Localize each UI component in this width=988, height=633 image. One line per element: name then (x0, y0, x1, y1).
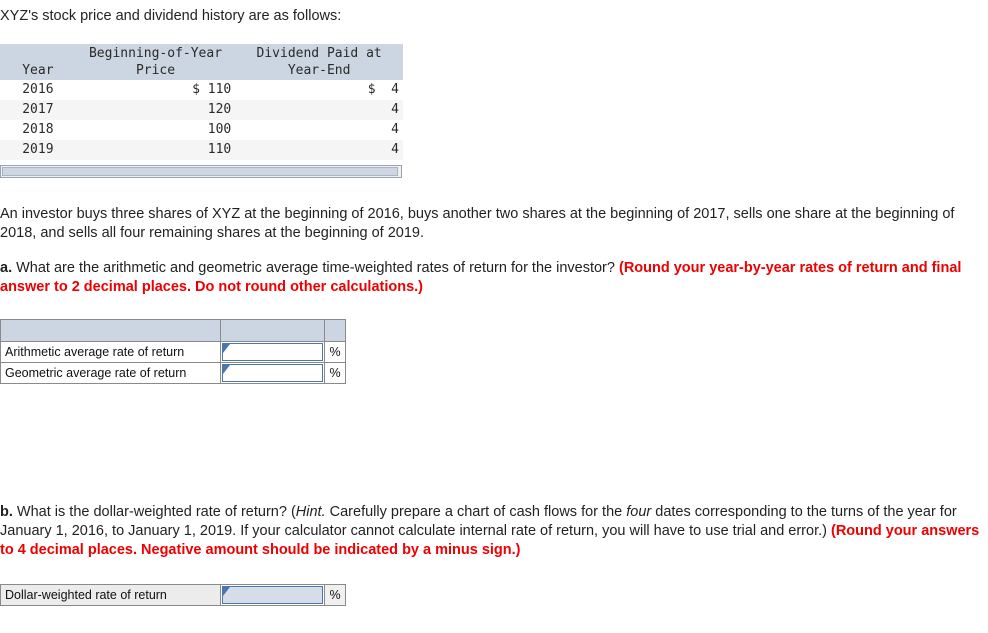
investor-description-paragraph: An investor buys three shares of XYZ at … (0, 206, 955, 241)
answer-a-header-label-cell (0, 319, 221, 342)
question-b-four-word: four (626, 504, 652, 520)
scrollbar-thumb[interactable] (2, 167, 398, 176)
arithmetic-average-rate-input-cell[interactable] (220, 341, 325, 363)
stock-history-header: Year Beginning-of-Year Price Dividend Pa… (0, 44, 403, 80)
answer-table-a: Arithmetic average rate of return % Geom… (0, 319, 346, 384)
answer-a-header-row (0, 319, 346, 342)
column-header-dividend-line2: Year-End (287, 63, 351, 78)
question-b-text-2: Carefully prepare a chart of cash flows … (325, 504, 627, 520)
geometric-average-rate-unit: % (324, 362, 346, 384)
answer-a-header-field-cell (220, 319, 325, 342)
horizontal-scrollbar[interactable] (0, 165, 402, 178)
cell-dividend: 4 (235, 140, 403, 160)
cell-dividend: 4 (235, 100, 403, 120)
geometric-average-rate-label: Geometric average rate of return (0, 362, 221, 384)
column-header-price-line2: Price (135, 63, 176, 78)
arithmetic-average-rate-unit: % (324, 341, 346, 363)
question-b-text-1: What is the dollar-weighted rate of retu… (12, 504, 296, 520)
column-header-year: Year (0, 44, 76, 80)
geometric-average-rate-input-cell[interactable] (220, 362, 325, 384)
table-row: 2019 110 4 (0, 140, 403, 160)
stock-history-table-container: Year Beginning-of-Year Price Dividend Pa… (0, 44, 403, 160)
table-header-row: Year Beginning-of-Year Price Dividend Pa… (0, 44, 403, 80)
table-row: Arithmetic average rate of return % (0, 341, 346, 363)
arithmetic-average-rate-input[interactable] (222, 343, 323, 361)
cell-year: 2016 (0, 80, 76, 100)
table-row: 2017 120 4 (0, 100, 403, 120)
cell-year: 2018 (0, 120, 76, 140)
cell-price: 100 (75, 120, 236, 140)
table-row: 2016 $ 110 $ 4 (0, 80, 403, 100)
column-header-price-line1: Beginning-of-Year (88, 46, 223, 61)
table-row: 2018 100 4 (0, 120, 403, 140)
answer-table-b: Dollar-weighted rate of return % (0, 584, 346, 606)
table-row: Dollar-weighted rate of return % (0, 584, 346, 606)
dollar-weighted-rate-label: Dollar-weighted rate of return (0, 584, 221, 606)
cell-dividend: $ 4 (235, 80, 403, 100)
question-b-label: b. (0, 504, 13, 520)
question-b-paragraph: b. What is the dollar-weighted rate of r… (0, 503, 988, 560)
question-a-paragraph: a. What are the arithmetic and geometric… (0, 259, 988, 297)
column-header-beginning-of-year-price: Beginning-of-Year Price (75, 44, 236, 80)
cell-year: 2017 (0, 100, 76, 120)
cell-price: 110 (75, 140, 236, 160)
question-b-hint-word: Hint. (295, 504, 326, 520)
cell-year: 2019 (0, 140, 76, 160)
answer-a-header-unit-cell (324, 319, 346, 342)
geometric-average-rate-input[interactable] (222, 364, 323, 382)
stock-history-table: Year Beginning-of-Year Price Dividend Pa… (0, 44, 403, 160)
dollar-weighted-rate-unit: % (324, 584, 346, 606)
cell-price: $ 110 (75, 80, 236, 100)
column-header-dividend-paid-at-year-end: Dividend Paid at Year-End (235, 44, 403, 80)
dollar-weighted-rate-input-cell[interactable] (220, 584, 325, 606)
page-intro-text: XYZ's stock price and dividend history a… (0, 8, 342, 24)
dollar-weighted-rate-input[interactable] (222, 586, 323, 604)
column-header-dividend-line1: Dividend Paid at (256, 46, 382, 61)
question-a-text: What are the arithmetic and geometric av… (12, 260, 619, 276)
table-row: Geometric average rate of return % (0, 362, 346, 384)
question-a-label: a. (0, 260, 13, 276)
arithmetic-average-rate-label: Arithmetic average rate of return (0, 341, 221, 363)
cell-price: 120 (75, 100, 236, 120)
cell-dividend: 4 (235, 120, 403, 140)
stock-history-body: 2016 $ 110 $ 4 2017 120 4 2018 100 4 201… (0, 80, 403, 160)
